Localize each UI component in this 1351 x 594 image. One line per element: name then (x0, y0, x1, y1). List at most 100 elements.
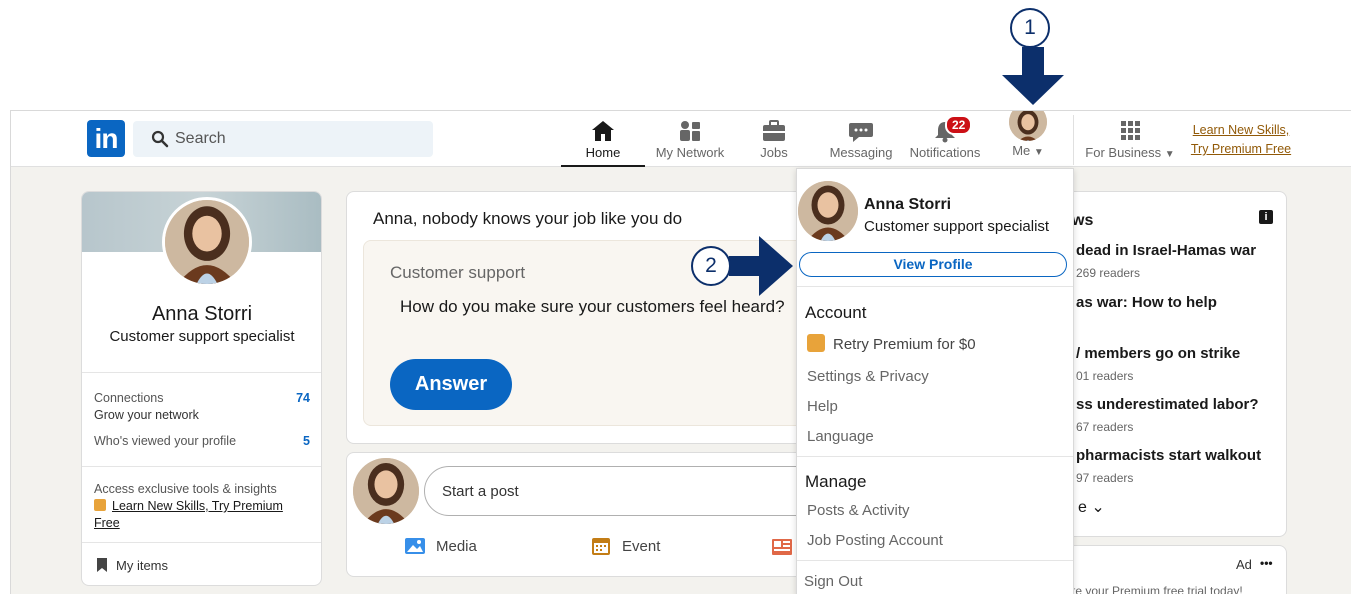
profile-viewers-label: Who's viewed your profile (94, 434, 237, 448)
nav-me[interactable]: Me ▼ (1003, 111, 1053, 167)
news-item-4-title[interactable]: ss underestimated labor? (1076, 396, 1259, 413)
callout-step-2-number: 2 (705, 254, 717, 277)
nav-messaging-label: Messaging (829, 145, 893, 160)
nav-notifications-label: Notifications (909, 145, 981, 160)
dropdown-divider (797, 560, 1073, 561)
news-item-2-title[interactable]: as war: How to help (1076, 294, 1217, 311)
premium-link-line2: Try Premium Free (1190, 142, 1292, 156)
retry-premium-item[interactable]: Retry Premium for $0 (807, 334, 976, 353)
dropdown-name: Anna Storri (864, 196, 952, 213)
share-box-card: Start a post Media Event (346, 452, 806, 577)
nav-my-network[interactable]: My Network (651, 115, 729, 167)
profile-headline: Customer support specialist (109, 328, 295, 345)
answer-button[interactable]: Answer (390, 359, 512, 410)
callout-step-1-number: 1 (1024, 16, 1036, 39)
sign-out-item[interactable]: Sign Out (804, 573, 862, 590)
settings-privacy-item[interactable]: Settings & Privacy (807, 368, 929, 385)
callout-step-2: 2 (691, 246, 731, 286)
news-item-3-title[interactable]: / members go on strike (1076, 345, 1240, 362)
retry-premium-label: Retry Premium for $0 (833, 336, 976, 353)
connections-count: 74 (296, 391, 310, 405)
view-profile-button[interactable]: View Profile (799, 252, 1067, 277)
language-item[interactable]: Language (807, 428, 874, 445)
connections-label: Connections (94, 391, 164, 405)
article-icon[interactable] (771, 537, 793, 557)
dropdown-divider (797, 456, 1073, 457)
profile-avatar[interactable] (162, 197, 252, 287)
help-item[interactable]: Help (807, 398, 838, 415)
nav-for-business-label: For Business ▼ (1085, 145, 1175, 160)
divider (82, 372, 321, 373)
premium-promo-text: Learn New Skills, Try Premium Free (94, 499, 283, 530)
nav-my-network-label: My Network (655, 145, 725, 160)
search-icon (151, 130, 169, 148)
dropdown-divider (797, 286, 1073, 287)
divider (82, 542, 321, 543)
search-bar[interactable]: Search (133, 121, 433, 157)
grow-network-label: Grow your network (94, 408, 199, 422)
briefcase-icon (763, 120, 785, 141)
start-post-input[interactable]: Start a post (424, 466, 805, 516)
nav-me-text: Me (1012, 143, 1031, 158)
my-items-link[interactable]: My items (96, 558, 168, 573)
nav-for-business-text: For Business (1085, 145, 1162, 160)
info-icon[interactable]: i (1259, 210, 1273, 224)
question-text: How do you make sure your customers feel… (400, 297, 785, 316)
news-title: ws (1072, 212, 1094, 229)
nav-jobs-label: Jobs (760, 145, 788, 160)
premium-square-icon (94, 499, 106, 511)
nav-home-label: Home (585, 145, 621, 160)
media-button[interactable]: Media (405, 538, 477, 555)
connections-row[interactable]: Connections 74 (94, 391, 310, 405)
search-input[interactable]: Search (175, 130, 226, 148)
home-icon (592, 121, 614, 141)
caret-down-icon: ▼ (1164, 149, 1175, 160)
message-icon (849, 123, 873, 142)
news-item-5-title[interactable]: pharmacists start walkout (1076, 447, 1261, 464)
avatar-photo-icon (353, 458, 419, 524)
news-item-3-readers: 01 readers (1076, 369, 1134, 383)
premium-promo-link[interactable]: Learn New Skills, Try Premium Free (94, 498, 310, 532)
premium-note: Access exclusive tools & insights (94, 482, 277, 496)
nav-home[interactable]: Home (561, 115, 645, 167)
news-card: ws i dead in Israel-Hamas war 269 reader… (1051, 191, 1287, 537)
try-premium-link[interactable]: Learn New Skills, Try Premium Free (1181, 121, 1301, 159)
news-item-1-readers: 269 readers (1076, 266, 1141, 280)
ad-text[interactable]: te your Premium free trial today! (1072, 584, 1243, 594)
my-items-label: My items (116, 558, 168, 573)
nav-jobs[interactable]: Jobs (746, 115, 802, 167)
avatar-photo-icon (165, 200, 249, 284)
profile-viewers-row[interactable]: Who's viewed your profile 5 (94, 434, 310, 448)
prompt-title: Anna, nobody knows your job like you do (373, 209, 683, 228)
dropdown-avatar[interactable] (798, 181, 858, 241)
linkedin-logo-icon[interactable]: in (87, 120, 125, 157)
event-button[interactable]: Event (592, 538, 661, 555)
grow-network-row[interactable]: Grow your network (94, 408, 310, 422)
question-prompt-card: Anna, nobody knows your job like you do … (346, 191, 806, 444)
ad-card: Ad ••• te your Premium free trial today! (1051, 545, 1287, 594)
media-label: Media (436, 538, 477, 555)
profile-name[interactable]: Anna Storri (82, 303, 321, 326)
news-item-1-title[interactable]: dead in Israel-Hamas war (1076, 242, 1256, 259)
nav-for-business[interactable]: For Business ▼ (1085, 115, 1175, 167)
ad-label: Ad (1236, 557, 1252, 572)
job-posting-account-item[interactable]: Job Posting Account (807, 532, 943, 549)
account-section-title: Account (805, 303, 867, 322)
posts-activity-item[interactable]: Posts & Activity (807, 502, 910, 519)
nav-messaging[interactable]: Messaging (823, 115, 899, 167)
nav-notifications[interactable]: 22 Notifications (907, 115, 983, 167)
share-avatar (353, 458, 419, 524)
me-avatar (1009, 111, 1047, 141)
nav-divider (1073, 115, 1074, 165)
notifications-badge: 22 (945, 115, 973, 135)
ad-more-icon[interactable]: ••• (1260, 556, 1273, 570)
question-category: Customer support (390, 263, 526, 282)
show-more-chevron-down-icon[interactable]: e ⌄ (1078, 497, 1105, 517)
top-navigation-bar: in Search Home My Network Jobs Messaging… (11, 111, 1351, 167)
event-label: Event (622, 538, 661, 555)
caret-down-icon: ▼ (1033, 147, 1044, 158)
callout-step-1: 1 (1010, 8, 1050, 48)
avatar-photo-icon (1009, 111, 1047, 141)
calendar-icon (592, 538, 610, 555)
news-item-4-readers: 67 readers (1076, 420, 1134, 434)
